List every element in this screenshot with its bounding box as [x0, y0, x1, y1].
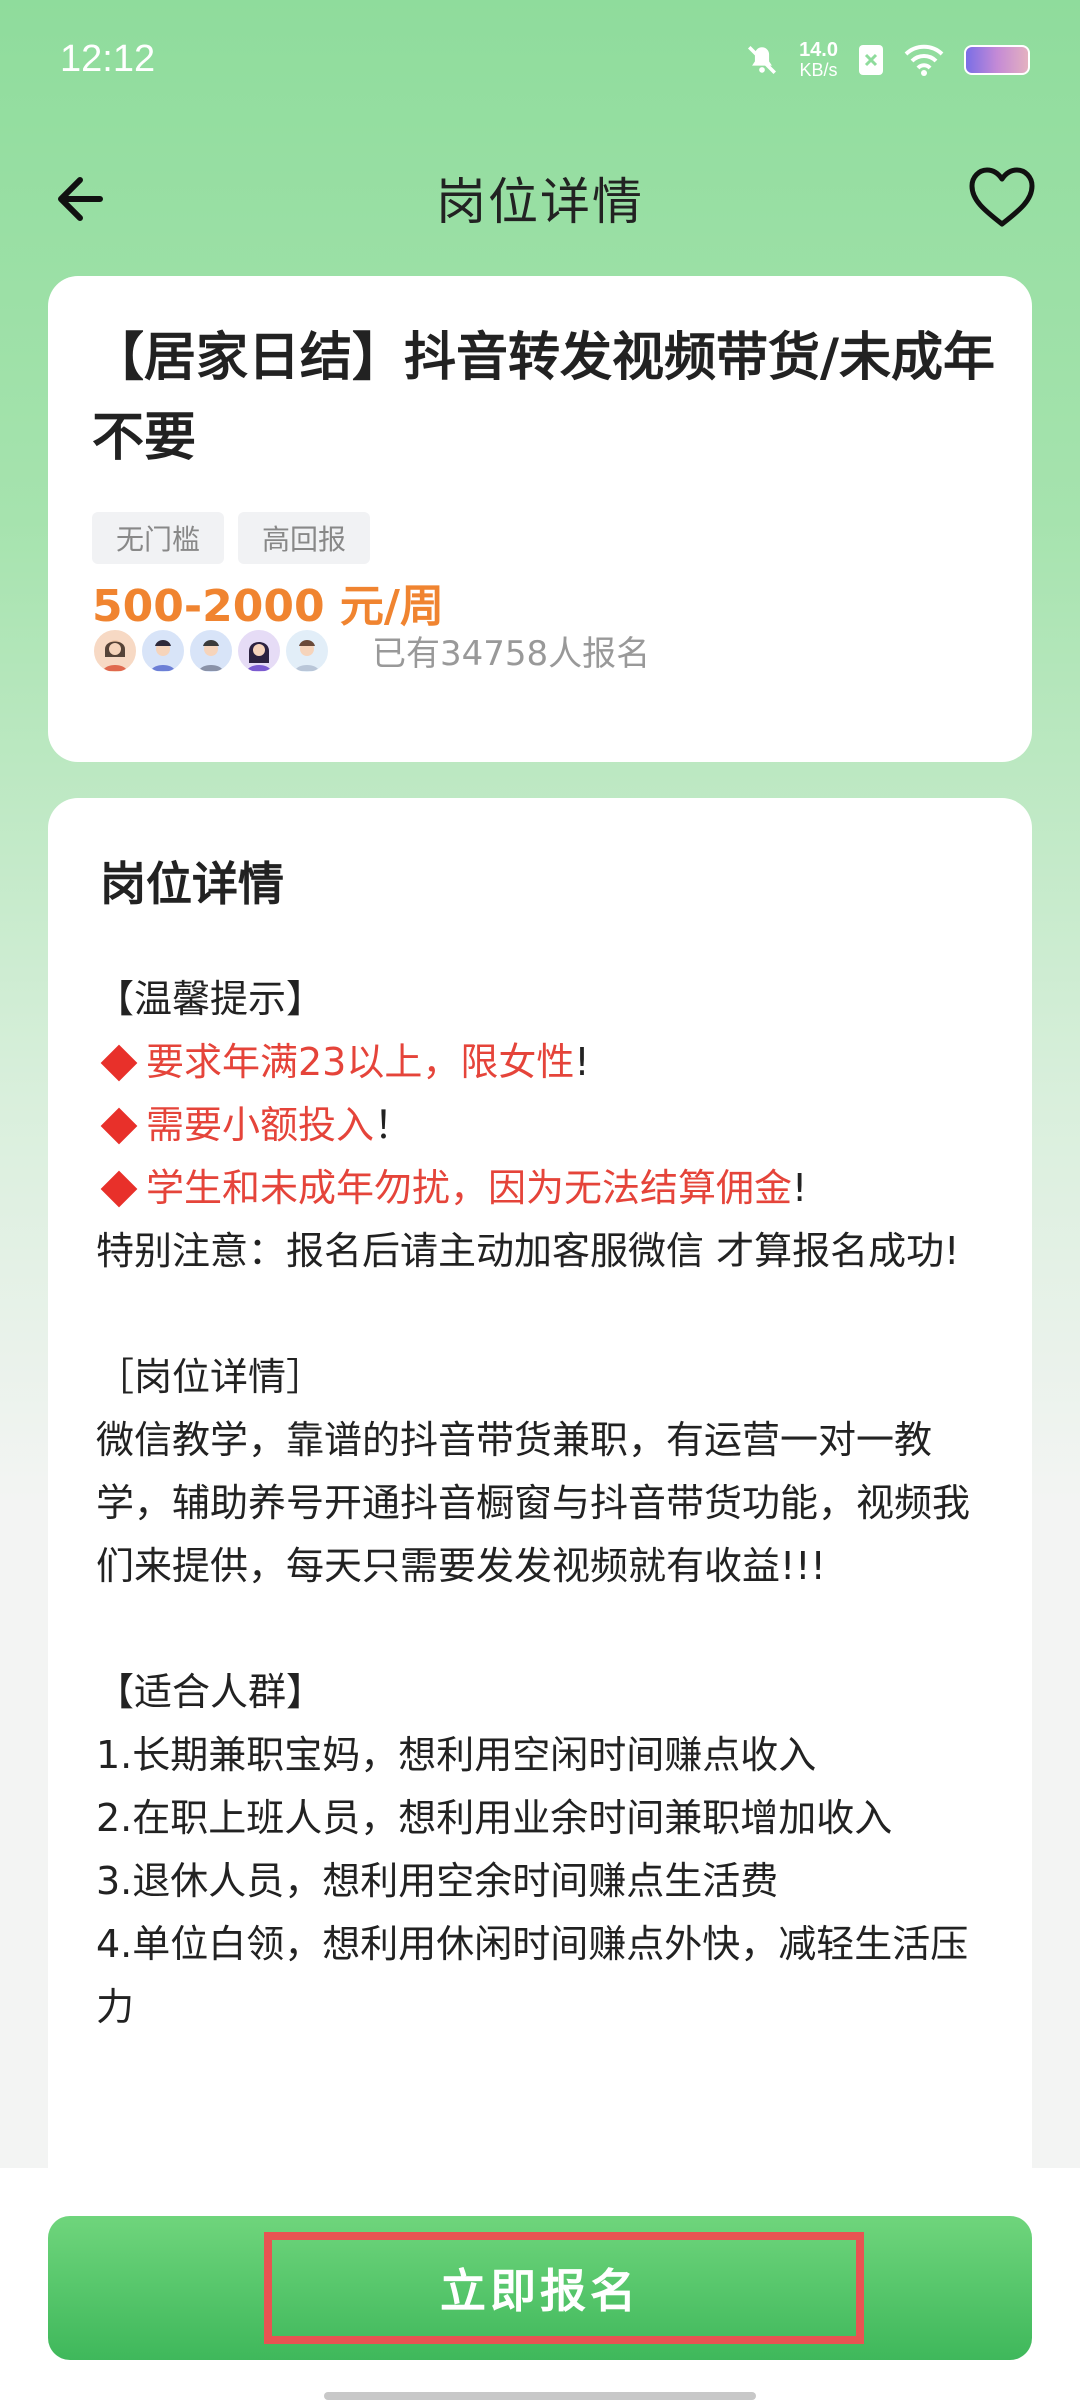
apply-button[interactable]: 立即报名 [48, 2216, 1032, 2360]
status-time: 12:12 [60, 38, 156, 80]
detail-body: 【温馨提示】 要求年满23以上，限女性! 需要小额投入！ 学生和未成年勿扰，因为… [96, 968, 996, 2039]
red-diamond-icon [100, 1044, 138, 1081]
avatar [284, 627, 330, 674]
bottom-action-bar: 立即报名 [0, 2168, 1080, 2408]
job-desc-header: ［岗位详情］ [96, 1355, 325, 1399]
applicant-count: 已有34758人报名 [372, 634, 651, 674]
tip-item: 学生和未成年勿扰，因为无法结算佣金! [96, 1157, 996, 1220]
apply-button-label: 立即报名 [440, 2264, 640, 2318]
audience-item: 1.长期兼职宝妈，想利用空闲时间赚点收入 [96, 1733, 817, 1777]
red-diamond-icon [100, 1170, 138, 1207]
status-icons: 14.0 KB/s [745, 40, 1030, 80]
nav-bar: 岗位详情 [0, 140, 1080, 250]
audience-header: 【适合人群】 [96, 1670, 325, 1714]
tag-high-return: 高回报 [238, 512, 371, 564]
audience-item: 2.在职上班人员，想利用业余时间兼职增加收入 [96, 1796, 893, 1840]
red-diamond-icon [100, 1107, 138, 1144]
net-speed: 14.0 KB/s [799, 39, 838, 80]
wifi-icon [904, 44, 944, 76]
job-summary-card: 【居家日结】抖音转发视频带货/未成年不要 无门槛 高回报 500-2000 元/… [48, 276, 1032, 762]
audience-item: 3.退休人员，想利用空余时间赚点生活费 [96, 1859, 779, 1903]
special-note: 特别注意：报名后请主动加客服微信 才算报名成功! [96, 1229, 960, 1273]
salary: 500-2000 元/周 [92, 581, 444, 632]
status-bar: 12:12 14.0 KB/s [0, 0, 1080, 120]
heart-icon[interactable] [964, 160, 1040, 236]
page-title: 岗位详情 [436, 173, 644, 231]
avatar [140, 627, 186, 674]
avatar [188, 627, 234, 674]
job-title: 【居家日结】抖音转发视频带货/未成年不要 [92, 328, 995, 468]
applicants-row: 已有34758人报名 [92, 626, 650, 675]
job-description: 微信教学，靠谱的抖音带货兼职，有运营一对一教学，辅助养号开通抖音橱窗与抖音带货功… [96, 1418, 971, 1588]
battery-icon [964, 45, 1030, 75]
tip-item: 需要小额投入！ [96, 1094, 996, 1157]
tip-item: 要求年满23以上，限女性! [96, 1031, 996, 1094]
section-heading: 岗位详情 [100, 848, 290, 920]
job-detail-card: 岗位详情 【温馨提示】 要求年满23以上，限女性! 需要小额投入！ 学生和未成年… [48, 798, 1032, 2408]
sim-icon [859, 45, 883, 75]
avatar [236, 627, 282, 674]
avatar [92, 627, 138, 674]
tip-header: 【温馨提示】 [96, 977, 325, 1021]
job-tags: 无门槛 高回报 [92, 512, 371, 564]
audience-item: 4.单位白领，想利用休闲时间赚点外快，减轻生活压力 [96, 1922, 969, 2029]
home-indicator[interactable] [324, 2392, 756, 2400]
mute-bell-icon [748, 45, 777, 75]
tag-no-threshold: 无门槛 [92, 512, 225, 564]
